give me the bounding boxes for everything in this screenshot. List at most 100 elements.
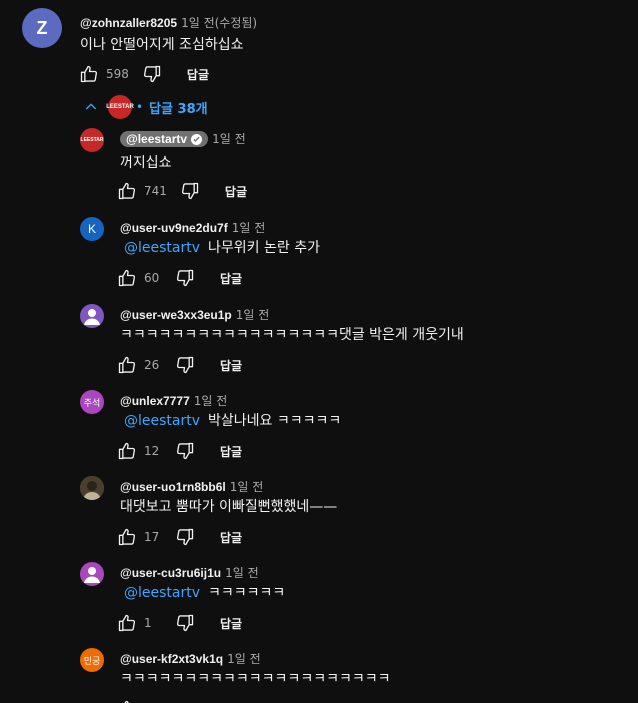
profile-photo-icon [80, 476, 104, 500]
thumbs-up-icon [124, 700, 129, 703]
avatar[interactable]: K [80, 217, 104, 241]
comment-author[interactable]: @zohnzaller8205 [80, 16, 177, 30]
reply-actions: 26 답글 [116, 354, 242, 376]
reply-time[interactable]: 1일 전 [194, 394, 228, 408]
dislike-button[interactable] [174, 267, 196, 289]
avatar[interactable] [80, 562, 104, 586]
thumbs-down-icon [176, 442, 194, 460]
chevron-up-icon [82, 98, 100, 116]
thumbs-down-icon [176, 269, 194, 287]
thumbs-up-icon [80, 65, 98, 83]
reply-button[interactable]: 답글 [220, 529, 242, 546]
mention-link[interactable]: @leestartv [124, 585, 200, 601]
reply-text: ㅋㅋㅋㅋㅋㅋㅋㅋㅋㅋㅋㅋㅋㅋㅋㅋㅋㅋㅋㅋㅋ [120, 671, 391, 687]
reply-author: @leestartv [126, 132, 188, 146]
reply-actions: 1 답글 [116, 612, 242, 634]
dislike-button[interactable] [141, 63, 163, 85]
like-count: 60 [144, 271, 160, 285]
reply-time[interactable]: 1일 전 [212, 132, 246, 146]
avatar[interactable]: LEESTAR [80, 128, 104, 152]
reply-text-content: 나무위키 논란 추가 [208, 240, 320, 256]
avatar[interactable]: 민궁 [80, 648, 104, 672]
reply-header: @leestartv 1일 전 [120, 128, 246, 147]
thumbs-down-icon [176, 356, 194, 374]
reply-actions: 741 답글 [116, 180, 247, 202]
replies-count-label: 답글 38개 [149, 101, 208, 117]
reply-time[interactable]: 1일 전 [225, 566, 259, 580]
like-button[interactable] [116, 267, 138, 289]
reply-button[interactable]: 답글 [220, 357, 242, 374]
thumbs-up-icon [118, 528, 136, 546]
reply-time[interactable]: 1일 전 [227, 652, 261, 666]
reply-button[interactable]: 답글 [225, 183, 247, 200]
like-button[interactable] [116, 698, 138, 703]
reply-text: @leestartv ㅋㅋㅋㅋㅋㅋ [120, 582, 285, 602]
thumbs-down-icon [181, 182, 199, 200]
reply-text: @leestartv 나무위키 논란 추가 [120, 237, 320, 257]
reply-text: @leestartv 박살나네요 ㅋㅋㅋㅋㅋ [120, 410, 341, 430]
thumbs-up-icon [118, 356, 136, 374]
replies-toggle-button[interactable]: LEESTAR • 답글 38개 [82, 94, 208, 120]
like-count: 598 [106, 67, 129, 81]
default-user-icon [84, 567, 100, 583]
owner-badge[interactable]: @leestartv [120, 131, 209, 147]
comment-time[interactable]: 1일 전(수정됨) [181, 16, 257, 30]
reply-header: @user-uv9ne2du7f 1일 전 [120, 217, 265, 236]
reply-time[interactable]: 1일 전 [230, 480, 264, 494]
thumbs-up-icon [118, 182, 136, 200]
like-count: 741 [144, 184, 167, 198]
reply-actions [116, 698, 138, 703]
reply-author[interactable]: @unlex7777 [120, 394, 190, 408]
reply-button[interactable]: 답글 [220, 270, 242, 287]
dislike-button[interactable] [174, 526, 196, 548]
like-count: 26 [144, 358, 160, 372]
like-button[interactable] [78, 63, 100, 85]
mention-link[interactable]: @leestartv [124, 240, 200, 256]
dislike-button[interactable] [174, 354, 196, 376]
like-button[interactable] [116, 440, 138, 462]
separator-dot: • [136, 100, 144, 114]
comment-header: @zohnzaller8205 1일 전(수정됨) [80, 12, 257, 31]
reply-actions: 12 답글 [116, 440, 242, 462]
reply-author[interactable]: @user-uv9ne2du7f [120, 221, 228, 235]
reply-text: ㅋㅋㅋㅋㅋㅋㅋㅋㅋㅋㅋㅋㅋㅋㅋㅋㅋ댓글 박은게 개웃기내 [120, 327, 464, 343]
reply-time[interactable]: 1일 전 [236, 308, 270, 322]
reply-time[interactable]: 1일 전 [232, 221, 266, 235]
reply-text-content: ㅋㅋㅋㅋㅋㅋ [208, 585, 286, 601]
like-count: 1 [144, 616, 152, 630]
thumbs-down-icon [143, 65, 161, 83]
reply-text: 대댓보고 뿜따가 이빠질뻔했했네—— [120, 499, 338, 515]
reply-text: 꺼지십쇼 [120, 155, 172, 171]
dislike-button[interactable] [174, 612, 196, 634]
reply-header: @unlex7777 1일 전 [120, 390, 227, 409]
reply-author[interactable]: @user-uo1rn8bb6l [120, 480, 226, 494]
thumbs-up-icon [118, 269, 136, 287]
like-button[interactable] [116, 612, 138, 634]
reply-text-content: 박살나네요 ㅋㅋㅋㅋㅋ [208, 413, 342, 429]
like-button[interactable] [116, 180, 138, 202]
avatar[interactable] [80, 476, 104, 500]
dislike-button[interactable] [179, 180, 201, 202]
reply-author[interactable]: @user-we3xx3eu1p [120, 308, 232, 322]
reply-actions: 17 답글 [116, 526, 242, 548]
default-user-icon [84, 309, 100, 325]
reply-button[interactable]: 답글 [187, 66, 209, 83]
thumbs-up-icon [118, 442, 136, 460]
mention-link[interactable]: @leestartv [124, 413, 200, 429]
reply-author[interactable]: @user-kf2xt3vk1q [120, 652, 223, 666]
like-count: 17 [144, 530, 160, 544]
dislike-button[interactable] [174, 440, 196, 462]
channel-logo: LEESTAR [106, 95, 134, 119]
like-button[interactable] [116, 354, 138, 376]
reply-header: @user-we3xx3eu1p 1일 전 [120, 304, 269, 323]
reply-button[interactable]: 답글 [220, 443, 242, 460]
avatar[interactable]: Z [22, 8, 62, 48]
comments-panel: Z @zohnzaller8205 1일 전(수정됨) 이나 안떨어지게 조심하십… [0, 0, 638, 703]
avatar[interactable] [80, 304, 104, 328]
like-count: 12 [144, 444, 160, 458]
reply-button[interactable]: 답글 [220, 615, 242, 632]
reply-actions: 60 답글 [116, 267, 242, 289]
avatar[interactable]: 주석 [80, 390, 104, 414]
reply-author[interactable]: @user-cu3ru6ij1u [120, 566, 221, 580]
like-button[interactable] [116, 526, 138, 548]
